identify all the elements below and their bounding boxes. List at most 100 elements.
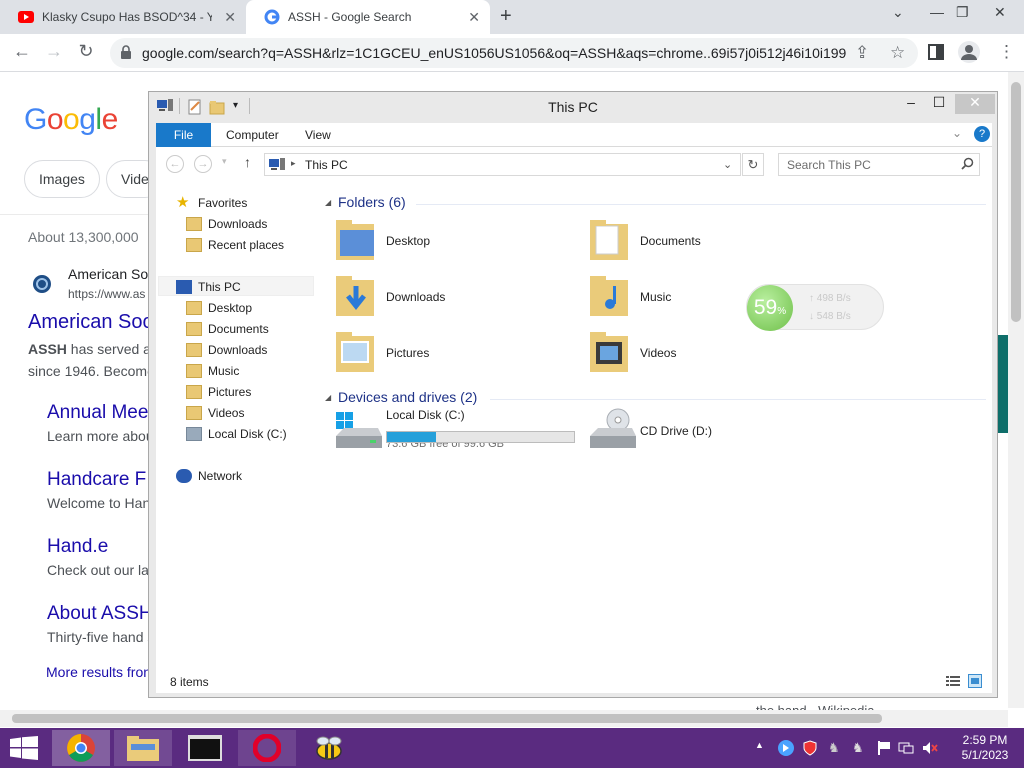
profile-avatar-icon[interactable] (958, 41, 980, 68)
large-icons-view-icon[interactable] (968, 674, 982, 691)
new-tab-button[interactable]: + (500, 5, 512, 28)
nav-item-videos[interactable]: Videos (186, 406, 244, 420)
drive-usage-bar (386, 431, 575, 443)
bookmark-star-icon[interactable]: ☆ (890, 43, 905, 63)
nav-item-local-disk[interactable]: Local Disk (C:) (186, 427, 287, 441)
forward-arrow-icon[interactable]: → (194, 155, 212, 173)
recent-locations-chevron-icon[interactable]: ▾ (222, 156, 227, 167)
taskbar-opera[interactable] (238, 730, 296, 766)
folder-desktop[interactable]: Desktop (334, 218, 574, 268)
folder-downloads[interactable]: Downloads (334, 274, 574, 324)
side-panel-icon[interactable] (928, 44, 944, 65)
folder-pictures[interactable]: Pictures (334, 330, 574, 380)
tray-app-icon[interactable] (778, 740, 794, 756)
bee-icon (316, 736, 342, 760)
nav-favorites[interactable]: ★ Favorites (176, 194, 247, 211)
help-icon[interactable]: ? (974, 126, 990, 142)
tray-cat-icon[interactable]: ♞ (828, 740, 844, 756)
show-hidden-icons-icon[interactable]: ▲ (755, 740, 771, 756)
collapse-group-icon[interactable]: ◢ (325, 198, 331, 207)
drive-name: Local Disk (C:) (386, 408, 465, 422)
tray-cat-icon[interactable]: ♞ (852, 740, 868, 756)
expand-ribbon-chevron-icon[interactable]: ⌄ (952, 126, 962, 140)
more-results-link[interactable]: More results fron (46, 664, 151, 680)
folder-documents[interactable]: Documents (588, 218, 828, 268)
scroll-thumb[interactable] (1011, 82, 1021, 322)
devices-group-header[interactable]: Devices and drives (2) (338, 389, 477, 405)
nav-item-recent-places[interactable]: Recent places (186, 238, 284, 252)
network-speed-widget[interactable]: 59% ↑ 498 B/s ↓ 548 B/s (746, 284, 884, 331)
minimize-button[interactable]: – (897, 94, 925, 114)
close-tab-icon[interactable]: ✕ (224, 9, 236, 26)
address-box[interactable]: ▸ This PC ⌄ (264, 153, 741, 176)
result-title-link[interactable]: American Soc (28, 311, 153, 334)
maximize-button[interactable]: ☐ (925, 94, 953, 114)
nav-item-pictures[interactable]: Pictures (186, 385, 251, 399)
nav-item-music[interactable]: Music (186, 364, 239, 378)
explorer-title-bar[interactable]: ▾ This PC – ☐ ✕ (149, 92, 997, 121)
windows-start-icon[interactable] (10, 736, 38, 763)
sitelink-title[interactable]: Handcare F (47, 469, 146, 491)
search-box[interactable]: Search This PC (778, 153, 980, 176)
close-tab-icon[interactable]: ✕ (468, 9, 480, 26)
back-button[interactable]: ← (10, 41, 34, 62)
tab-google-search[interactable]: ASSH - Google Search ✕ (246, 0, 490, 34)
tab-search-chevron-icon[interactable]: ⌄ (892, 4, 904, 21)
chip-images[interactable]: Images (24, 160, 100, 198)
details-view-icon[interactable] (946, 675, 960, 690)
folder-videos[interactable]: Videos (588, 330, 828, 380)
taskbar-clock[interactable]: 2:59 PM 5/1/2023 (950, 733, 1020, 763)
reload-button[interactable]: ↻ (74, 41, 98, 62)
nav-item-downloads[interactable]: Downloads (186, 343, 267, 357)
ribbon-tab-view[interactable]: View (305, 128, 331, 142)
refresh-button[interactable]: ↻ (742, 153, 764, 176)
sitelink-title[interactable]: Annual Mee (47, 402, 148, 424)
share-icon[interactable]: ⇪ (855, 43, 869, 63)
result-site-url: https://www.as (68, 287, 146, 301)
restore-button[interactable]: ❐ (956, 4, 969, 21)
drive-cd-d[interactable]: CD Drive (D:) (588, 408, 828, 458)
page-horizontal-scrollbar[interactable] (0, 710, 1008, 727)
nav-label: Downloads (208, 217, 268, 231)
sitelink-title[interactable]: About ASSH (47, 603, 153, 625)
close-window-button[interactable]: ✕ (994, 4, 1006, 21)
nav-item-desktop[interactable]: Desktop (186, 301, 252, 315)
taskbar-command-prompt[interactable] (176, 730, 234, 766)
address-bar[interactable]: google.com/search?q=ASSH&rlz=1C1GCEU_enU… (110, 38, 918, 68)
breadcrumb-chevron-icon[interactable]: ▸ (291, 158, 296, 169)
sitelink-title[interactable]: Hand.e (47, 536, 108, 558)
google-logo[interactable]: Google (24, 103, 118, 137)
star-icon: ★ (176, 194, 190, 211)
nav-item-downloads[interactable]: Downloads (186, 217, 267, 231)
ribbon-tab-computer[interactable]: Computer (226, 128, 279, 142)
tab-youtube[interactable]: Klasky Csupo Has BSOD^34 - Yo ✕ (0, 0, 246, 34)
nav-item-documents[interactable]: Documents (186, 322, 269, 336)
folders-group-header[interactable]: Folders (6) (338, 194, 406, 210)
address-text: This PC (305, 158, 348, 172)
page-vertical-scrollbar[interactable] (1008, 72, 1024, 708)
volume-muted-icon[interactable] (922, 740, 938, 756)
status-item-count: 8 items (170, 675, 209, 689)
scroll-thumb[interactable] (12, 714, 882, 723)
upload-arrow-icon: ↑ (809, 293, 814, 304)
minimize-button[interactable]: — (930, 4, 944, 20)
nav-network[interactable]: Network (176, 469, 242, 483)
network-tray-icon[interactable] (898, 740, 914, 756)
close-button[interactable]: ✕ (955, 94, 995, 114)
taskbar-chrome[interactable] (52, 730, 110, 766)
action-center-flag-icon[interactable] (876, 740, 892, 756)
address-dropdown-icon[interactable]: ⌄ (723, 158, 732, 171)
forward-button[interactable]: → (42, 41, 66, 62)
pictures-folder-icon (336, 332, 374, 372)
security-shield-icon[interactable] (802, 740, 818, 756)
up-arrow-icon[interactable]: ↑ (244, 154, 251, 170)
ribbon-tab-file[interactable]: File (156, 123, 211, 147)
nav-this-pc[interactable]: This PC (176, 280, 241, 294)
downloads-folder-icon (336, 276, 374, 316)
taskbar-file-explorer[interactable] (114, 730, 172, 766)
taskbar-bee-app[interactable] (300, 730, 358, 766)
back-arrow-icon[interactable]: ← (166, 155, 184, 173)
collapse-group-icon[interactable]: ◢ (325, 393, 331, 402)
download-arrow-icon: ↓ (809, 311, 814, 322)
kebab-menu-icon[interactable]: ⋮ (998, 42, 1015, 62)
